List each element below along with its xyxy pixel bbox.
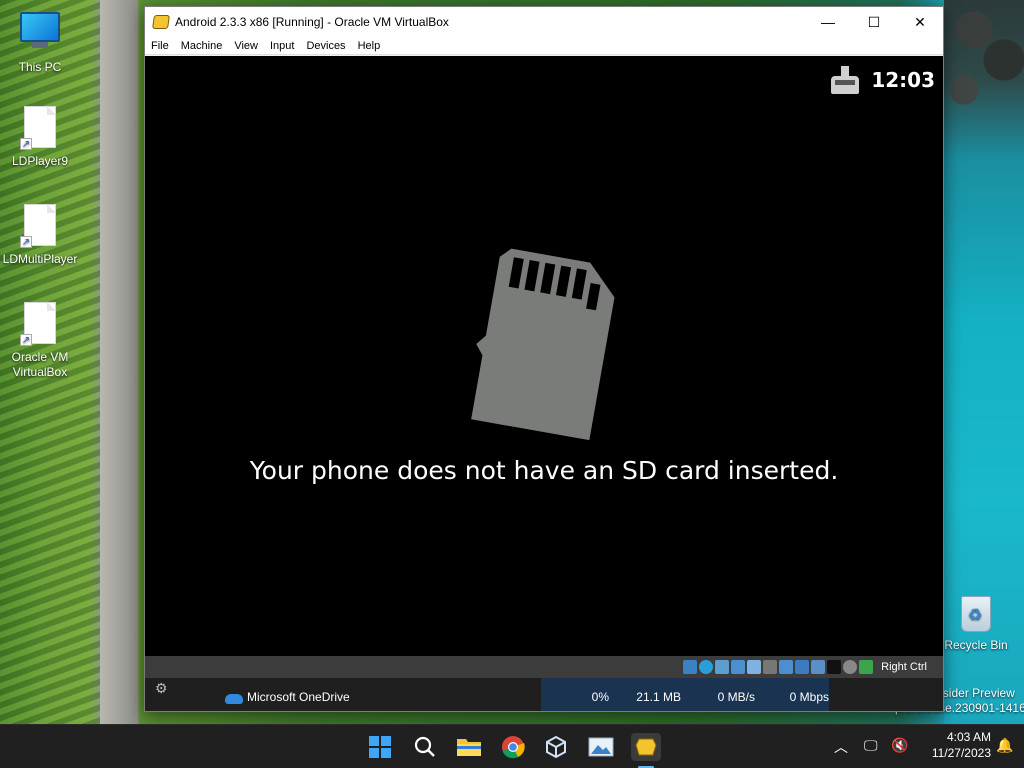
mouse-integration-icon[interactable] [843, 660, 858, 674]
desktop-icon-label: LDPlayer9 [11, 154, 69, 168]
desktop-icon-ldplayer9[interactable]: ↗ LDPlayer9 [0, 106, 80, 168]
virtualbox-vm-button[interactable] [631, 733, 661, 761]
shared-folders-icon[interactable] [763, 660, 778, 674]
keyboard-capture-icon[interactable] [859, 660, 874, 674]
start-button[interactable] [366, 733, 394, 761]
optical-drive-icon[interactable] [699, 660, 714, 674]
menu-help[interactable]: Help [358, 40, 381, 52]
file-shortcut-icon: ↗ [20, 302, 60, 346]
desktop-icon-label: This PC [18, 60, 62, 74]
audio-icon[interactable] [715, 660, 730, 674]
virtualbox-icon [152, 15, 170, 29]
taskbar: ︿ 🖵 🔇 4:03 AM 11/27/2023 🔔 [0, 724, 1024, 768]
menu-machine[interactable]: Machine [181, 40, 223, 52]
network-icon[interactable] [731, 660, 746, 674]
hard-disk-icon[interactable] [683, 660, 698, 674]
virtualbox-manager-button[interactable] [542, 733, 570, 761]
notification-bell-icon[interactable]: 🔔 [996, 737, 1013, 754]
menu-file[interactable]: File [151, 40, 169, 52]
chrome-icon [502, 736, 525, 759]
desktop-icon-virtualbox[interactable]: ↗ Oracle VM VirtualBox [0, 302, 80, 380]
usb-connected-icon [829, 64, 861, 96]
android-status-bar: 12:03 [829, 64, 935, 96]
volume-muted-icon[interactable]: 🔇 [891, 737, 908, 754]
picture-icon [588, 737, 614, 757]
network-icon[interactable]: 🖵 [864, 737, 878, 754]
desktop-icon-label: LDMultiPlayer [2, 252, 78, 266]
file-shortcut-icon: ↗ [20, 106, 60, 150]
close-button[interactable]: ✕ [897, 7, 943, 37]
menu-view[interactable]: View [234, 40, 258, 52]
minimize-button[interactable]: — [805, 7, 851, 37]
sd-card-icon [471, 248, 615, 441]
window-title: Android 2.3.3 x86 [Running] - Oracle VM … [175, 15, 449, 29]
no-sd-card-message: Your phone does not have an SD card inse… [249, 456, 839, 485]
separator-icon [827, 660, 842, 674]
onedrive-icon [225, 694, 243, 704]
file-explorer-button[interactable] [455, 733, 483, 761]
menu-input[interactable]: Input [270, 40, 294, 52]
host-key-label: Right Ctrl [881, 661, 927, 673]
chevron-up-icon[interactable]: ︿ [834, 737, 848, 757]
virtualbox-window: Android 2.3.3 x86 [Running] - Oracle VM … [144, 6, 944, 712]
virtualbox-icon [635, 738, 657, 756]
recording-icon[interactable] [795, 660, 810, 674]
windows-logo-icon [369, 736, 391, 758]
cube-icon [546, 735, 566, 759]
desktop-icon-this-pc[interactable]: This PC [0, 8, 80, 74]
memory-value: 21.1 MB [636, 690, 681, 704]
desktop-icon-ldmultiplayer[interactable]: ↗ LDMultiPlayer [0, 204, 80, 266]
wallpaper-road [100, 0, 138, 724]
process-name: Microsoft OneDrive [247, 690, 350, 704]
chrome-button[interactable] [499, 733, 527, 761]
cpu-value: 0% [591, 690, 609, 704]
window-titlebar[interactable]: Android 2.3.3 x86 [Running] - Oracle VM … [145, 7, 943, 37]
background-task-manager: ⚙ Microsoft OneDrive 0% 21.1 MB 0 MB/s 0… [145, 678, 943, 711]
photos-button[interactable] [587, 733, 615, 761]
desktop-icon-recycle-bin[interactable]: ♻ Recycle Bin [944, 596, 1008, 652]
vm-screen[interactable]: 12:03 Your phone does not have an SD car… [145, 56, 943, 656]
recycle-bin-icon: ♻ [961, 596, 991, 632]
monitor-icon [20, 12, 60, 56]
file-shortcut-icon: ↗ [20, 204, 60, 248]
clock-date[interactable]: 11/27/2023 [911, 746, 991, 760]
search-icon [414, 736, 435, 757]
virtualization-icon[interactable] [811, 660, 826, 674]
menu-bar: File Machine View Input Devices Help [145, 37, 943, 55]
desktop-icon-label: Recycle Bin [944, 638, 1008, 652]
clock-time[interactable]: 4:03 AM [911, 730, 991, 744]
usb-icon[interactable] [747, 660, 762, 674]
vm-status-bar: Right Ctrl [145, 656, 943, 678]
desktop-icon-label: Oracle VM VirtualBox [11, 350, 69, 379]
gear-icon[interactable]: ⚙ [155, 680, 168, 697]
maximize-button[interactable]: ☐ [851, 7, 897, 37]
menu-devices[interactable]: Devices [306, 40, 345, 52]
android-clock: 12:03 [871, 68, 935, 92]
network-value: 0 Mbps [789, 690, 829, 704]
search-button[interactable] [411, 733, 439, 761]
disk-value: 0 MB/s [717, 690, 755, 704]
display-icon[interactable] [779, 660, 794, 674]
folder-icon [457, 739, 481, 756]
